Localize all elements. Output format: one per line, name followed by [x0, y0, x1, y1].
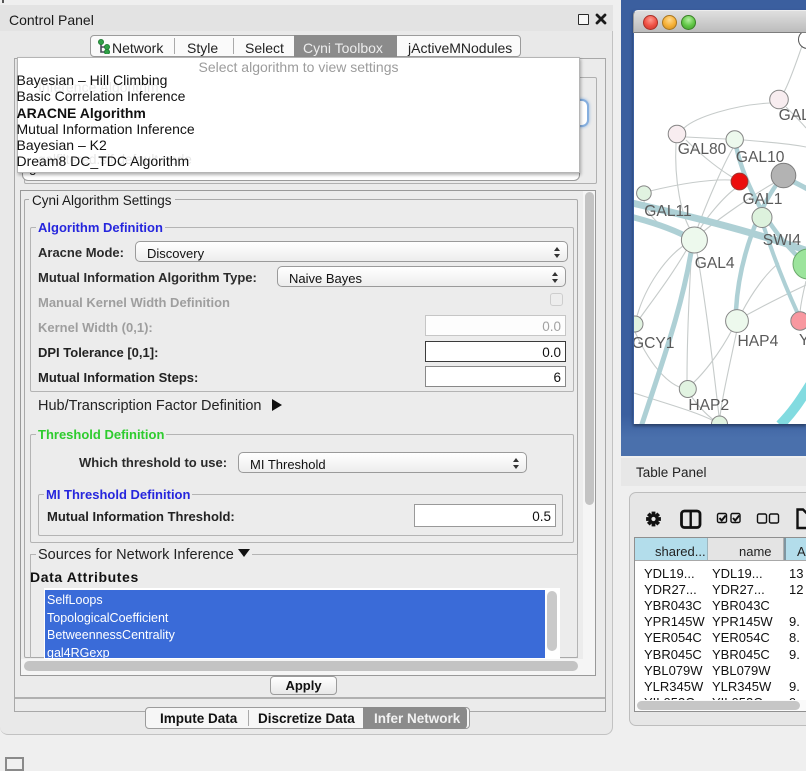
svg-text:Y: Y: [799, 332, 806, 349]
svg-text:GAL4: GAL4: [695, 255, 735, 272]
svg-text:GCY1: GCY1: [634, 335, 674, 352]
svg-text:GAL1: GAL1: [743, 191, 783, 208]
svg-text:GAL11: GAL11: [644, 203, 691, 220]
svg-text:HAP4: HAP4: [738, 333, 779, 350]
svg-text:GAL80: GAL80: [678, 141, 727, 158]
svg-text:GAL10: GAL10: [736, 149, 785, 166]
svg-text:HAP2: HAP2: [688, 397, 729, 414]
svg-text:GAL7: GAL7: [779, 107, 806, 124]
svg-text:SWI4: SWI4: [763, 232, 801, 249]
